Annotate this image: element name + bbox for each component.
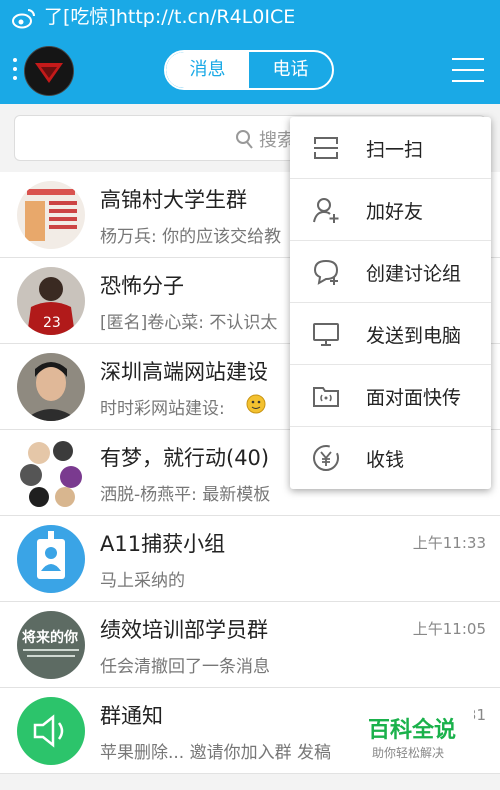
conversation-time: 上午11:05 — [412, 620, 486, 638]
conversation-name: 恐怖分子 — [100, 274, 184, 298]
user-avatar[interactable] — [24, 46, 74, 96]
menu-item-add-friend[interactable]: 加好友 — [290, 179, 491, 241]
conversation-message: 杨万兵: 你的应该交给教 — [100, 227, 282, 247]
conversation-message: 时时彩网站建设: — [100, 399, 225, 419]
avatar-text: 将来的你 — [22, 630, 78, 646]
menu-item-label: 创建讨论组 — [366, 263, 462, 285]
group-avatar — [17, 181, 85, 249]
badge-avatar-icon — [17, 525, 85, 593]
menu-item-create-discussion[interactable]: 创建讨论组 — [290, 241, 491, 303]
superman-logo-icon — [25, 47, 73, 95]
tab-calls[interactable]: 电话 — [249, 52, 332, 88]
hamburger-menu-icon[interactable] — [452, 58, 484, 82]
notification-text: 了[吃惊]http://t.cn/R4L0ICE — [44, 6, 296, 28]
receive-money-icon — [313, 445, 339, 471]
add-menu-popup: 扫一扫 加好友 创建讨论组 发送到电脑 面对面快传 收钱 — [290, 117, 491, 489]
add-friend-icon — [313, 198, 339, 223]
more-dots-icon[interactable] — [12, 58, 18, 82]
menu-item-send-to-pc[interactable]: 发送到电脑 — [290, 303, 491, 365]
conversation-name: 高锦村大学生群 — [100, 188, 247, 212]
status-bar: 了[吃惊]http://t.cn/R4L0ICE — [0, 0, 500, 36]
conversation-time: 上午11:33 — [412, 534, 486, 552]
group-avatar: 将来的你 — [17, 611, 85, 679]
emoji-icon — [246, 394, 266, 414]
menu-item-label: 扫一扫 — [366, 139, 424, 161]
weibo-icon — [12, 9, 35, 29]
conversation-name: 群通知 — [100, 704, 163, 728]
menu-item-label: 发送到电脑 — [366, 325, 462, 347]
conversation-name: 有梦，就行动(40) — [100, 446, 270, 470]
scan-icon — [314, 137, 338, 159]
contact-avatar: 23 — [17, 267, 85, 335]
tab-switcher: 消息 电话 — [164, 50, 334, 90]
conversation-message: 洒脱-杨燕平: 最新模板 — [100, 485, 271, 505]
tab-messages[interactable]: 消息 — [166, 52, 249, 88]
menu-item-label: 加好友 — [366, 201, 424, 223]
top-bar: 消息 电话 — [0, 36, 500, 104]
conversation-name: A11捕获小组 — [100, 532, 226, 556]
search-icon — [236, 130, 253, 149]
contact-avatar — [17, 353, 85, 421]
speaker-icon — [17, 697, 85, 765]
watermark-logo: 百科全说 助你轻松解决 — [350, 706, 474, 764]
conversation-row[interactable]: A11捕获小组 马上采纳的 上午11:33 — [0, 516, 500, 602]
conversation-row[interactable]: 将来的你 绩效培训部学员群 任会清撤回了一条消息 上午11:05 — [0, 602, 500, 688]
menu-item-label: 面对面快传 — [366, 387, 462, 409]
create-discussion-icon — [313, 259, 339, 285]
face-to-face-transfer-icon — [313, 387, 339, 407]
menu-item-face-to-face[interactable]: 面对面快传 — [290, 365, 491, 427]
conversation-message: [匿名]卷心菜: 不认识太 — [100, 313, 278, 333]
computer-icon — [313, 323, 339, 346]
svg-text:23: 23 — [43, 315, 61, 331]
conversation-name: 深圳高端网站建设 — [100, 360, 268, 384]
watermark-subtitle: 助你轻松解决 — [372, 746, 445, 760]
watermark-title: 百科全说 — [368, 718, 457, 743]
conversation-message: 任会清撤回了一条消息 — [100, 657, 270, 677]
menu-item-label: 收钱 — [366, 449, 405, 471]
conversation-message: 苹果删除... 邀请你加入群 发稿 — [100, 743, 332, 763]
menu-item-receive-money[interactable]: 收钱 — [290, 427, 491, 489]
conversation-name: 绩效培训部学员群 — [100, 618, 268, 642]
group-avatar — [17, 439, 85, 507]
conversation-message: 马上采纳的 — [100, 571, 185, 591]
menu-item-scan[interactable]: 扫一扫 — [290, 117, 491, 179]
